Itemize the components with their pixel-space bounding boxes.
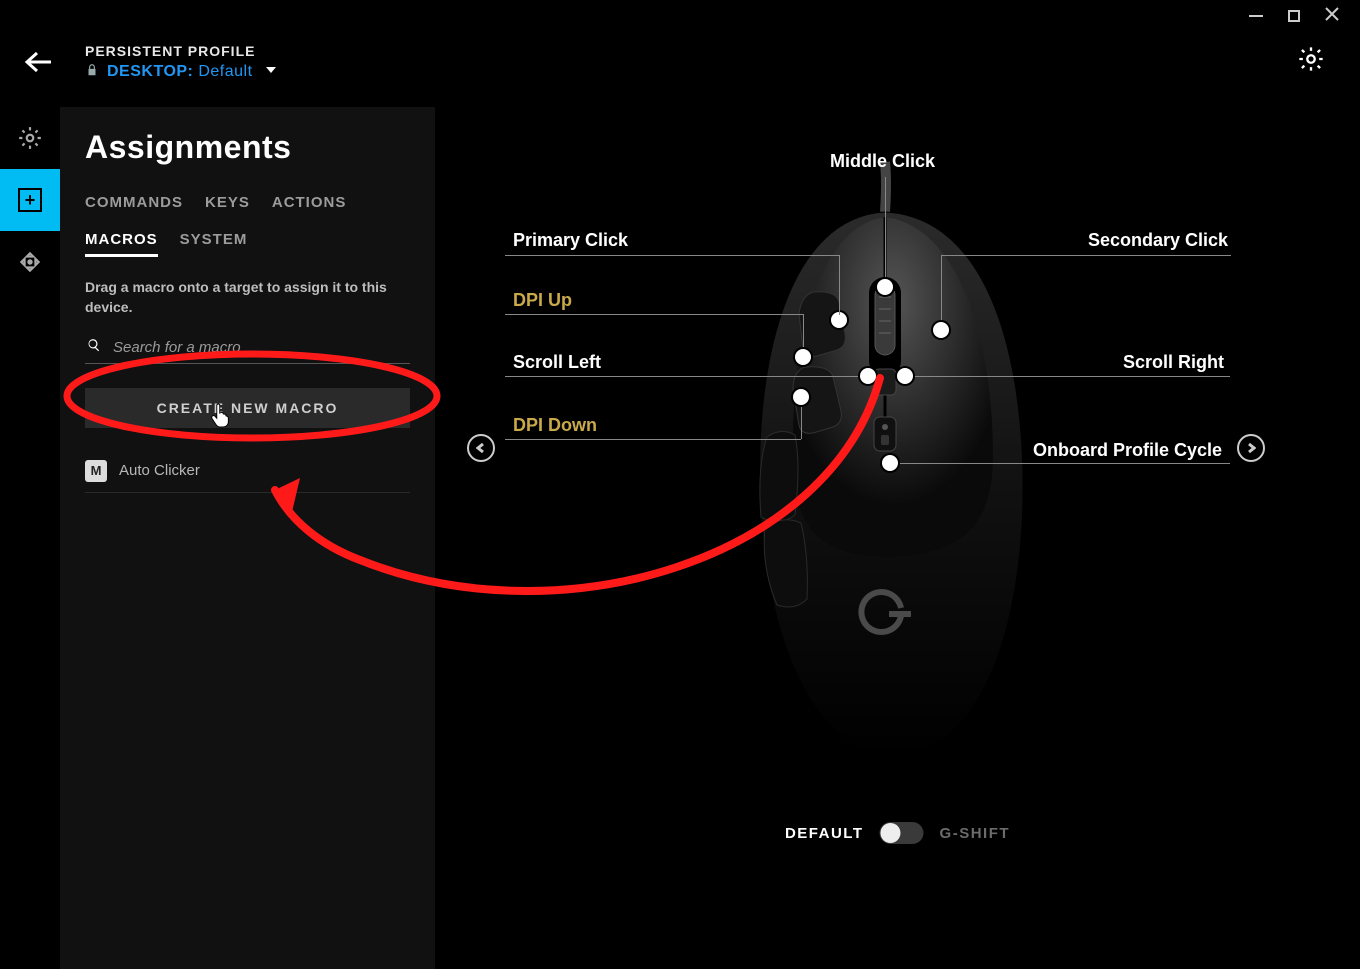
window-controls	[1248, 0, 1360, 32]
callout-line	[910, 376, 1230, 377]
tab-macros[interactable]: MACROS	[85, 231, 158, 257]
mode-default-label: DEFAULT	[785, 825, 864, 842]
label-scroll-left: Scroll Left	[513, 352, 601, 373]
rail-item-assignments[interactable]: +	[0, 169, 60, 231]
lock-icon	[85, 63, 99, 82]
create-macro-button[interactable]: CREATE NEW MACRO	[85, 388, 410, 428]
label-dpi-down: DPI Down	[513, 415, 597, 436]
callout-dot[interactable]	[860, 368, 876, 384]
label-secondary-click: Secondary Click	[1088, 230, 1228, 251]
window-minimize-button[interactable]	[1248, 8, 1264, 24]
callout-line	[505, 314, 803, 315]
callout-dot[interactable]	[933, 322, 949, 338]
nav-prev-button[interactable]	[467, 434, 495, 462]
chevron-down-icon	[265, 63, 277, 81]
assignment-tabs: COMMANDS KEYS ACTIONS MACROS SYSTEM	[85, 194, 410, 257]
window-close-button[interactable]	[1324, 8, 1340, 24]
callout-line	[839, 255, 840, 315]
profile-selector[interactable]: PERSISTENT PROFILE DESKTOP: Default	[85, 43, 277, 82]
callout-dot[interactable]	[795, 349, 811, 365]
tab-actions[interactable]: ACTIONS	[272, 194, 347, 217]
tab-keys[interactable]: KEYS	[205, 194, 250, 217]
macro-search[interactable]	[85, 332, 410, 364]
macro-badge: M	[85, 460, 107, 482]
rail-item-lighting[interactable]	[0, 107, 60, 169]
callout-line	[941, 255, 1231, 256]
profile-heading: PERSISTENT PROFILE	[85, 43, 277, 59]
callout-line	[897, 463, 1230, 464]
assignments-panel: Assignments COMMANDS KEYS ACTIONS MACROS…	[60, 107, 435, 969]
tab-system[interactable]: SYSTEM	[180, 231, 248, 257]
callout-line	[505, 255, 840, 256]
callout-line	[803, 314, 804, 354]
mode-toggle: DEFAULT G-SHIFT	[785, 822, 1010, 844]
callout-line	[505, 439, 801, 440]
profile-name: DESKTOP: Default	[107, 63, 253, 81]
panel-title: Assignments	[85, 129, 410, 166]
window-maximize-button[interactable]	[1286, 8, 1302, 24]
macro-search-input[interactable]	[111, 338, 408, 357]
nav-next-button[interactable]	[1237, 434, 1265, 462]
macro-name: Auto Clicker	[119, 462, 200, 479]
device-view: Middle Click Primary Click Secondary Cli…	[435, 107, 1360, 969]
callout-line	[505, 376, 867, 377]
mode-gshift-label: G-SHIFT	[940, 825, 1011, 842]
search-icon	[87, 338, 101, 357]
side-rail: +	[0, 107, 60, 293]
label-middle-click: Middle Click	[830, 151, 935, 172]
callout-dot[interactable]	[897, 368, 913, 384]
tab-commands[interactable]: COMMANDS	[85, 194, 183, 217]
callout-dot[interactable]	[877, 279, 893, 295]
mode-switch[interactable]	[880, 822, 924, 844]
callout-dot[interactable]	[882, 455, 898, 471]
plus-icon: +	[18, 188, 42, 212]
callout-line	[885, 177, 886, 282]
label-scroll-right: Scroll Right	[1123, 352, 1224, 373]
rail-item-sensitivity[interactable]	[0, 231, 60, 293]
create-macro-label: CREATE NEW MACRO	[157, 400, 339, 416]
back-button[interactable]	[10, 50, 65, 74]
callout-dot[interactable]	[793, 389, 809, 405]
callout-line	[801, 399, 802, 439]
label-profile-cycle: Onboard Profile Cycle	[1033, 440, 1222, 461]
label-primary-click: Primary Click	[513, 230, 628, 251]
macro-item[interactable]: M Auto Clicker	[85, 450, 410, 493]
panel-hint: Drag a macro onto a target to assign it …	[85, 277, 410, 318]
label-dpi-up: DPI Up	[513, 290, 572, 311]
header-bar: PERSISTENT PROFILE DESKTOP: Default	[0, 30, 1360, 94]
macro-list: M Auto Clicker	[85, 450, 410, 493]
callout-line	[941, 255, 942, 327]
settings-button[interactable]	[1297, 45, 1325, 78]
